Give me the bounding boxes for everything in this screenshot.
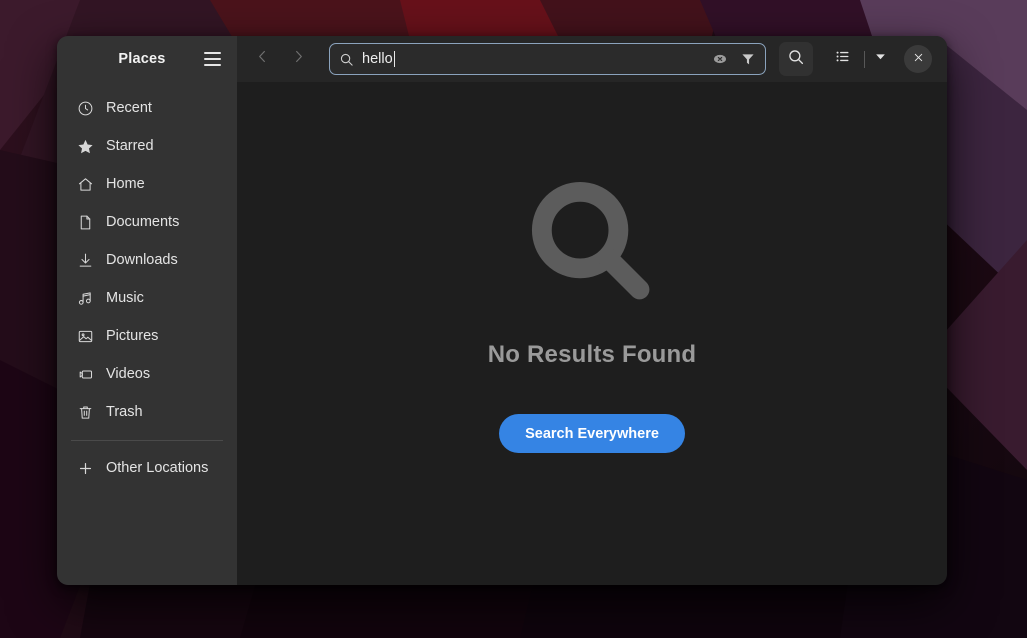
search-input-value: hello xyxy=(362,51,393,67)
sidebar-item-starred[interactable]: Starred xyxy=(57,127,237,165)
empty-state: No Results Found Search Everywhere xyxy=(237,82,947,585)
magnifier-icon xyxy=(787,48,805,71)
search-everywhere-button[interactable]: Search Everywhere xyxy=(499,414,685,453)
forward-button[interactable] xyxy=(283,44,313,74)
page-title: No Results Found xyxy=(487,341,697,368)
trash-icon xyxy=(76,403,94,421)
sidebar-item-home[interactable]: Home xyxy=(57,165,237,203)
toolbar-separator xyxy=(864,50,865,68)
sidebar-item-pictures[interactable]: Pictures xyxy=(57,317,237,355)
sidebar-item-label: Music xyxy=(106,290,144,306)
chevron-left-icon xyxy=(255,49,270,69)
search-input[interactable]: hello xyxy=(329,43,766,75)
music-note-icon xyxy=(76,289,94,307)
view-options-button[interactable] xyxy=(870,45,890,73)
sidebar-item-label: Other Locations xyxy=(106,460,209,476)
sidebar-item-label: Downloads xyxy=(106,252,178,268)
video-icon xyxy=(76,365,94,383)
hamburger-icon[interactable] xyxy=(199,46,225,72)
sidebar-item-videos[interactable]: Videos xyxy=(57,355,237,393)
close-icon xyxy=(913,50,924,68)
clear-text-icon[interactable] xyxy=(710,49,730,69)
sidebar-divider xyxy=(71,440,223,441)
files-window: Places Recent Starred Home Documents Dow… xyxy=(57,36,947,585)
sidebar-item-other-locations[interactable]: Other Locations xyxy=(57,449,237,487)
magnifier-icon xyxy=(526,176,658,313)
sidebar-item-documents[interactable]: Documents xyxy=(57,203,237,241)
back-button[interactable] xyxy=(247,44,277,74)
text-caret xyxy=(393,51,395,67)
places-list: Recent Starred Home Documents Downloads … xyxy=(57,82,237,487)
sidebar-item-label: Recent xyxy=(106,100,152,116)
sidebar: Places Recent Starred Home Documents Dow… xyxy=(57,36,237,585)
chevron-right-icon xyxy=(291,49,306,69)
document-icon xyxy=(76,213,94,231)
sidebar-item-label: Pictures xyxy=(106,328,159,344)
sidebar-item-label: Starred xyxy=(106,138,154,154)
view-switcher xyxy=(825,42,890,76)
image-icon xyxy=(76,327,94,345)
chevron-down-icon xyxy=(874,50,887,68)
list-view-icon xyxy=(834,48,851,70)
close-button[interactable] xyxy=(904,45,932,73)
sidebar-item-label: Videos xyxy=(106,366,151,382)
view-list-button[interactable] xyxy=(825,42,859,76)
plus-icon xyxy=(76,459,94,477)
sidebar-header: Places xyxy=(57,36,237,82)
star-icon xyxy=(76,137,94,155)
sidebar-item-downloads[interactable]: Downloads xyxy=(57,241,237,279)
header-bar: hello xyxy=(237,36,947,82)
sidebar-item-recent[interactable]: Recent xyxy=(57,89,237,127)
clock-icon xyxy=(76,99,94,117)
main-pane: hello No Results Found Search Everywhere xyxy=(237,36,947,585)
download-icon xyxy=(76,251,94,269)
sidebar-item-label: Trash xyxy=(106,404,143,420)
home-icon xyxy=(76,175,94,193)
sidebar-title: Places xyxy=(118,51,166,67)
search-button[interactable] xyxy=(779,42,813,76)
sidebar-item-label: Documents xyxy=(106,214,180,230)
sidebar-item-trash[interactable]: Trash xyxy=(57,393,237,431)
magnifier-icon xyxy=(339,52,354,67)
sidebar-item-music[interactable]: Music xyxy=(57,279,237,317)
funnel-filter-icon[interactable] xyxy=(738,49,758,69)
sidebar-item-label: Home xyxy=(106,176,145,192)
